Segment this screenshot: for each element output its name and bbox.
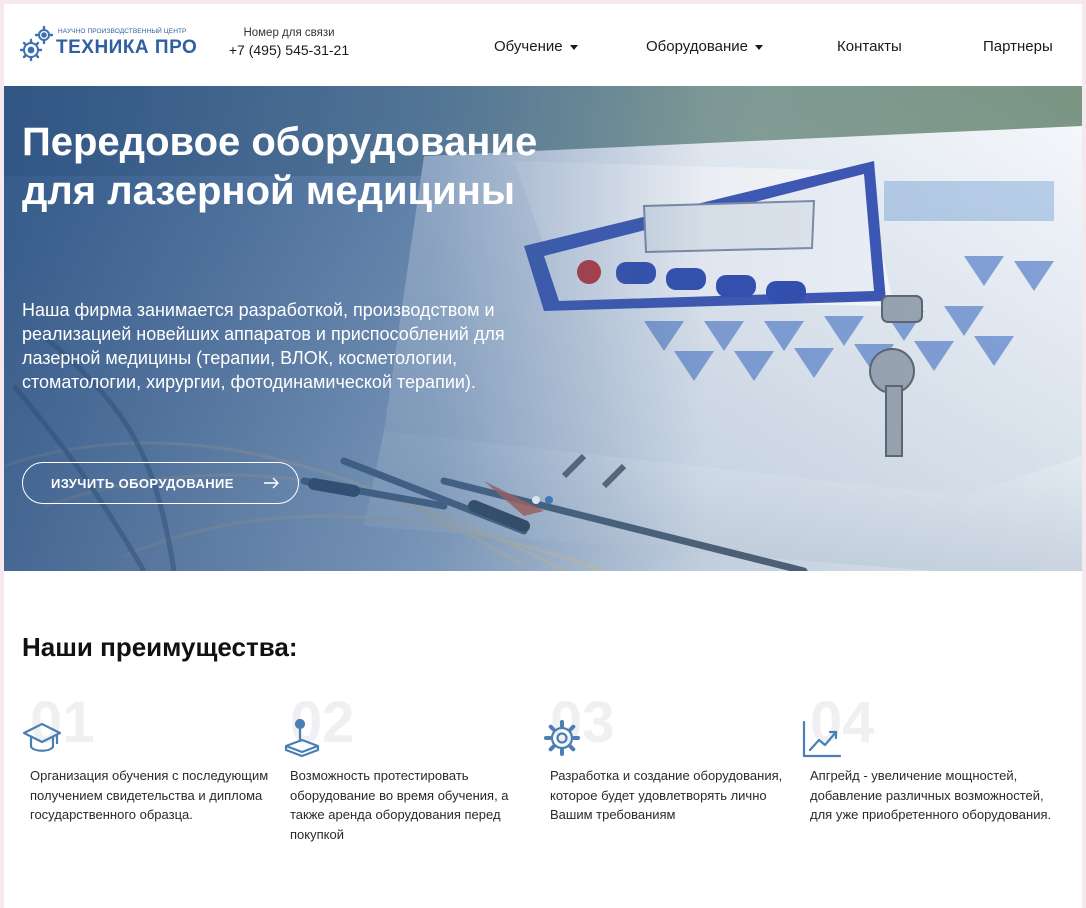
explore-equipment-button[interactable]: ИЗУЧИТЬ ОБОРУДОВАНИЕ [22, 462, 299, 504]
advantages-title: Наши преимущества: [22, 632, 298, 662]
logo-title: ТЕХНИКА ПРО [56, 37, 198, 58]
slider-dot-1[interactable] [532, 496, 540, 504]
nav-item-partners[interactable]: Партнеры [983, 38, 1053, 55]
nav-item-equipment[interactable]: Оборудование [646, 38, 764, 55]
advantage-text: Апгрейд - увеличение мощностей, добавлен… [810, 768, 1052, 822]
advantage-card-2: 02 Возможность протестировать оборудован… [282, 692, 532, 852]
hero-slider: Передовое оборудование для лазерной меди… [4, 86, 1082, 571]
advantage-text: Разработка и создание оборудования, кото… [550, 768, 783, 822]
phone-caption: Номер для связи [243, 27, 335, 39]
advantage-card-1: 01 Организация обучения с последующим по… [22, 692, 272, 852]
hero-description: Наша фирма занимается разработкой, произ… [22, 300, 505, 392]
advantage-text: Организация обучения с последующим получ… [30, 768, 269, 822]
caret-down-icon [569, 44, 578, 50]
nav-item-label: Партнеры [983, 38, 1053, 55]
button-label: ИЗУЧИТЬ ОБОРУДОВАНИЕ [51, 475, 234, 491]
gear-icon [544, 720, 580, 756]
growth-chart-icon [802, 720, 842, 758]
graduation-cap-icon [22, 722, 62, 752]
joystick-icon [284, 718, 320, 758]
slider-dot-2-active[interactable] [545, 496, 553, 504]
nav-item-label: Обучение [494, 38, 563, 55]
nav-item-label: Оборудование [646, 38, 749, 55]
nav-item-label: Контакты [837, 38, 902, 55]
phone-block: Номер для связи +7 (495) 545-31-21 [224, 27, 354, 58]
hero-title: Передовое оборудование для лазерной меди… [22, 120, 538, 213]
phone-number[interactable]: +7 (495) 545-31-21 [224, 42, 354, 58]
logo[interactable]: НАУЧНО ПРОИЗВОДСТВЕННЫЙ ЦЕНТР ТЕХНИКА ПР… [20, 24, 200, 66]
site-header: НАУЧНО ПРОИЗВОДСТВЕННЫЙ ЦЕНТР ТЕХНИКА ПР… [4, 4, 1082, 86]
arrow-right-icon [264, 477, 279, 489]
logo-subtitle: НАУЧНО ПРОИЗВОДСТВЕННЫЙ ЦЕНТР [58, 28, 187, 35]
advantage-card-4: 04 Апгрейд - увеличение мощностей, добав… [802, 692, 1052, 852]
advantage-text: Возможность протестировать оборудование … [290, 768, 509, 842]
nav-item-training[interactable]: Обучение [494, 38, 578, 55]
nav-item-contacts[interactable]: Контакты [837, 38, 902, 55]
gears-logo-icon [20, 25, 54, 62]
caret-down-icon [755, 44, 764, 50]
page: НАУЧНО ПРОИЗВОДСТВЕННЫЙ ЦЕНТР ТЕХНИКА ПР… [4, 4, 1082, 908]
advantage-card-3: 03 Разработка и создание оборудования, к… [542, 692, 792, 852]
